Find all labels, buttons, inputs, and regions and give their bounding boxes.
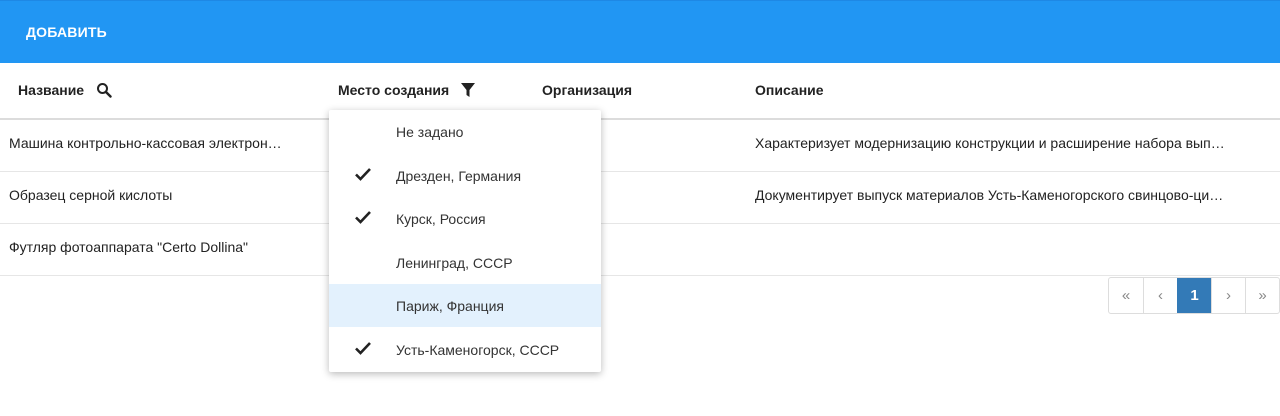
filter-option-label: Не задано (396, 124, 464, 140)
search-icon[interactable] (96, 82, 112, 98)
row-name: Машина контрольно-кассовая электрон… (9, 135, 282, 151)
filter-icon[interactable] (461, 82, 476, 98)
filter-option-kursk[interactable]: Курск, Россия (329, 197, 601, 240)
filter-option-dresden[interactable]: Дрезден, Германия (329, 154, 601, 197)
pagination: « ‹ 1 › » (1108, 277, 1280, 314)
table-row[interactable]: Футляр фотоаппарата "Certo Dollina" (0, 224, 1280, 276)
filter-option-label: Париж, Франция (396, 298, 504, 314)
table-header: Название Место создания Организация Опис… (0, 63, 1280, 120)
check-icon (355, 167, 371, 184)
row-description: Документирует выпуск материалов Усть-Кам… (755, 187, 1224, 203)
column-header-place-label: Место создания (338, 82, 450, 98)
column-header-description-label: Описание (755, 82, 824, 98)
column-header-description: Описание (755, 82, 824, 98)
place-filter-dropdown: Не задано Дрезден, Германия Курск, Росси… (329, 110, 601, 372)
filter-option-label: Ленинград, СССР (396, 255, 513, 271)
filter-option-not-set[interactable]: Не задано (329, 110, 601, 153)
prev-page-button[interactable]: ‹ (1143, 278, 1177, 313)
check-icon (355, 341, 371, 358)
filter-option-label: Усть-Каменогорск, СССР (396, 342, 560, 358)
top-toolbar: ДОБАВИТЬ (0, 0, 1280, 63)
page-1-button[interactable]: 1 (1177, 278, 1211, 313)
filter-option-label: Курск, Россия (396, 211, 486, 227)
row-description: Характеризует модернизацию конструкции и… (755, 135, 1225, 151)
column-header-name-label: Название (18, 82, 85, 98)
row-name: Образец серной кислоты (9, 187, 173, 203)
column-header-organization: Организация (542, 82, 632, 98)
first-page-button[interactable]: « (1109, 278, 1143, 313)
filter-option-label: Дрезден, Германия (396, 168, 522, 184)
column-header-name: Название (18, 82, 112, 98)
table-row[interactable]: Образец серной кислоты Документирует вып… (0, 172, 1280, 224)
column-header-place: Место создания (338, 82, 476, 98)
add-button[interactable]: ДОБАВИТЬ (26, 24, 107, 40)
table-row[interactable]: Машина контрольно-кассовая электрон… Хар… (0, 120, 1280, 172)
filter-option-leningrad[interactable]: Ленинград, СССР (329, 241, 601, 284)
next-page-button[interactable]: › (1211, 278, 1245, 313)
filter-option-paris[interactable]: Париж, Франция (329, 284, 601, 327)
filter-option-ust-kamenogorsk[interactable]: Усть-Каменогорск, СССР (329, 328, 601, 371)
row-name: Футляр фотоаппарата "Certo Dollina" (9, 239, 249, 255)
check-icon (355, 210, 371, 227)
column-header-organization-label: Организация (542, 82, 633, 98)
last-page-button[interactable]: » (1245, 278, 1279, 313)
